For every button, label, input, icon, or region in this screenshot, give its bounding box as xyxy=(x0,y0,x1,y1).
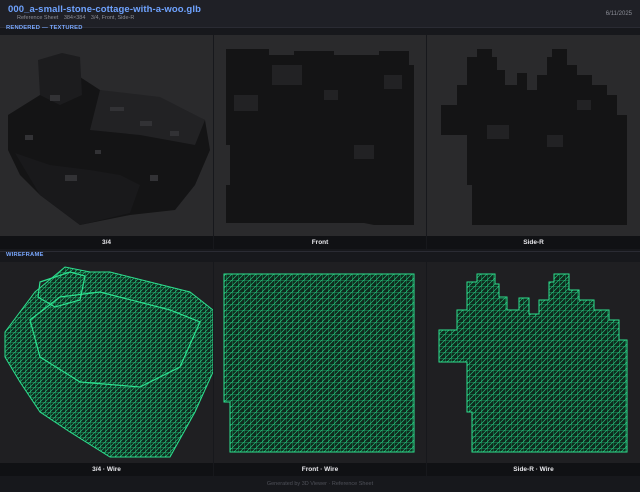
footer-credit: Generated by 3D Viewer · Reference Sheet xyxy=(0,476,640,492)
render-view-front xyxy=(214,35,426,236)
sheet-date: 6/11/2025 xyxy=(605,11,632,17)
wire-view-side-r xyxy=(427,262,640,463)
wireframe-row: 3/4 · Wire Front · Wire Side-R · Wire xyxy=(0,262,640,476)
caption-textured-3-4: 3/4 xyxy=(0,236,213,249)
render-view-3-4 xyxy=(0,35,213,236)
panel-wire-front: Front · Wire xyxy=(214,262,426,476)
subtitle-views: 3/4, Front, Side-R xyxy=(90,15,135,21)
caption-textured-front: Front xyxy=(214,236,426,249)
wire-view-front xyxy=(214,262,426,463)
panel-textured-side-r: Side-R xyxy=(427,35,640,249)
caption-textured-side-r: Side-R xyxy=(427,236,640,249)
caption-wire-3-4: 3/4 · Wire xyxy=(0,463,213,476)
caption-wire-front: Front · Wire xyxy=(214,463,426,476)
subtitle-resolution: 384×384 xyxy=(63,15,86,21)
wire-view-3-4 xyxy=(0,262,213,463)
subtitle-sheet-type: Reference Sheet xyxy=(17,15,59,21)
panel-wire-3-4: 3/4 · Wire xyxy=(0,262,213,476)
panel-wire-side-r: Side-R · Wire xyxy=(427,262,640,476)
render-view-side-r xyxy=(427,35,640,236)
panel-textured-3-4: 3/4 xyxy=(0,35,213,249)
section-label-textured: RENDERED — TEXTURED xyxy=(6,25,83,31)
file-title: 000_a-small-stone-cottage-with-a-woo.glb xyxy=(8,4,201,15)
caption-wire-side-r: Side-R · Wire xyxy=(427,463,640,476)
section-label-wireframe: WIREFRAME xyxy=(6,252,44,258)
panel-textured-front: Front xyxy=(214,35,426,249)
section-divider xyxy=(0,251,640,252)
header-bar: 000_a-small-stone-cottage-with-a-woo.glb… xyxy=(0,0,640,28)
textured-row: 3/4 Front Side-R xyxy=(0,35,640,249)
sheet-subtitle: Reference Sheet 384×384 3/4, Front, Side… xyxy=(17,15,138,21)
